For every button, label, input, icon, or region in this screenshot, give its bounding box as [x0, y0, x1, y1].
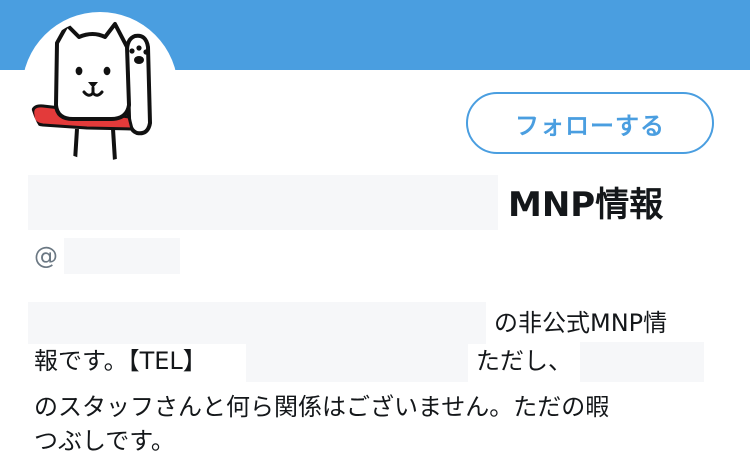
redacted-company [580, 342, 704, 382]
bio-line-2b: ただし、 [476, 347, 572, 375]
bio-line-3: のスタッフさんと何ら関係はございません。ただの暇 [34, 393, 610, 421]
bio-line-1: の非公式MNP情 [494, 309, 668, 337]
redacted-bio-start [28, 302, 486, 344]
handle-at-symbol: @ [34, 242, 58, 270]
display-name: MNP情報 [508, 185, 664, 225]
bio-line-2a: 報です。【TEL】 [34, 347, 207, 375]
redacted-handle [64, 238, 180, 274]
redacted-area [28, 175, 498, 230]
dog-mascot-icon [31, 22, 152, 161]
avatar[interactable] [29, 19, 171, 161]
redacted-phone [246, 342, 468, 382]
follow-button[interactable]: フォローする [466, 92, 714, 154]
bio-line-4: つぶしです。 [34, 427, 175, 455]
